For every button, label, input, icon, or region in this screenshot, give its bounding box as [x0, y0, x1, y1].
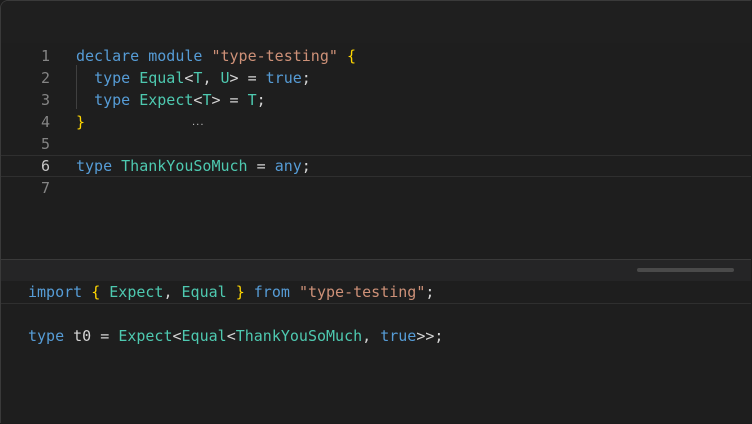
code-token: < [172, 327, 182, 345]
line-code: type Equal<T, U> = true; [76, 67, 311, 89]
hover-hint-icon[interactable]: ··· [192, 120, 205, 131]
code-editor[interactable]: 1 declare module "type-testing" {2 type E… [1, 43, 751, 258]
code-token: true [380, 327, 417, 345]
code-line[interactable]: 3 type Expect<T> = T; [1, 89, 751, 111]
test-code-editor[interactable]: import { Expect, Equal } from "type-test… [1, 281, 751, 423]
code-token: declare [76, 47, 140, 65]
code-line[interactable]: 2 type Equal<T, U> = true; [1, 67, 751, 89]
code-token: Equal [181, 327, 227, 345]
code-token: "type-testing" [211, 47, 338, 65]
code-token: T [247, 91, 257, 109]
code-token: from [253, 283, 290, 301]
code-token: >>; [416, 327, 444, 345]
code-token: { [91, 283, 101, 301]
code-token: any [274, 157, 302, 175]
code-token: "type-testing" [298, 283, 426, 301]
line-code: type Expect<T> = T; [76, 89, 266, 111]
line-code: type ThankYouSoMuch = any; [76, 156, 311, 176]
code-token: , [163, 283, 182, 301]
code-token: ; [425, 283, 435, 301]
code-token: Expect [118, 327, 173, 345]
code-token: type [94, 69, 131, 87]
code-token: Equal [139, 69, 185, 87]
code-token: type [94, 91, 131, 109]
code-token: ; [301, 69, 311, 87]
code-token: = [247, 157, 275, 175]
code-token: , [362, 327, 381, 345]
code-token: } [76, 113, 86, 131]
pane-divider[interactable] [1, 259, 751, 282]
line-number: 7 [40, 179, 50, 197]
code-token: true [265, 69, 302, 87]
line-number: 2 [40, 69, 50, 87]
code-token: } [235, 283, 245, 301]
horizontal-scrollbar-thumb[interactable] [637, 268, 734, 272]
line-number: 1 [40, 47, 50, 65]
code-token: t0 [73, 327, 92, 345]
code-line[interactable]: 4} [1, 111, 751, 133]
line-code: declare module "type-testing" { [76, 45, 356, 67]
editor-window: 1 declare module "type-testing" {2 type E… [0, 0, 751, 423]
code-token: Expect [109, 283, 164, 301]
code-token: { [346, 47, 356, 65]
code-line[interactable] [28, 303, 751, 325]
line-number: 3 [40, 91, 50, 109]
code-token: < [226, 327, 236, 345]
line-number: 5 [40, 135, 50, 153]
code-token: type [28, 327, 65, 345]
code-line[interactable]: import { Expect, Equal } from "type-test… [1, 281, 751, 304]
code-token: import [28, 283, 83, 301]
code-token: Expect [139, 91, 194, 109]
code-token: ; [256, 91, 266, 109]
code-token: type [76, 157, 113, 175]
editor-top-bar [1, 1, 751, 44]
code-token: = [91, 327, 119, 345]
code-line[interactable]: 6 type ThankYouSoMuch = any; [1, 155, 751, 177]
code-token: ; [301, 157, 311, 175]
code-token: > = [211, 91, 248, 109]
code-token: ThankYouSoMuch [235, 327, 363, 345]
code-token: module [148, 47, 203, 65]
code-line[interactable]: 1 declare module "type-testing" { [1, 45, 751, 67]
code-line[interactable]: 7 [1, 177, 751, 199]
code-line[interactable]: 5 [1, 133, 751, 155]
code-line[interactable]: type t0 = Expect<Equal<ThankYouSoMuch, t… [28, 325, 751, 347]
code-token: Equal [181, 283, 227, 301]
code-token: U [220, 69, 230, 87]
code-token: ThankYouSoMuch [121, 157, 248, 175]
line-number: 6 [40, 157, 50, 175]
code-token: > = [229, 69, 266, 87]
line-number: 4 [40, 113, 50, 131]
line-code: } [76, 111, 85, 133]
code-token: , [202, 69, 221, 87]
